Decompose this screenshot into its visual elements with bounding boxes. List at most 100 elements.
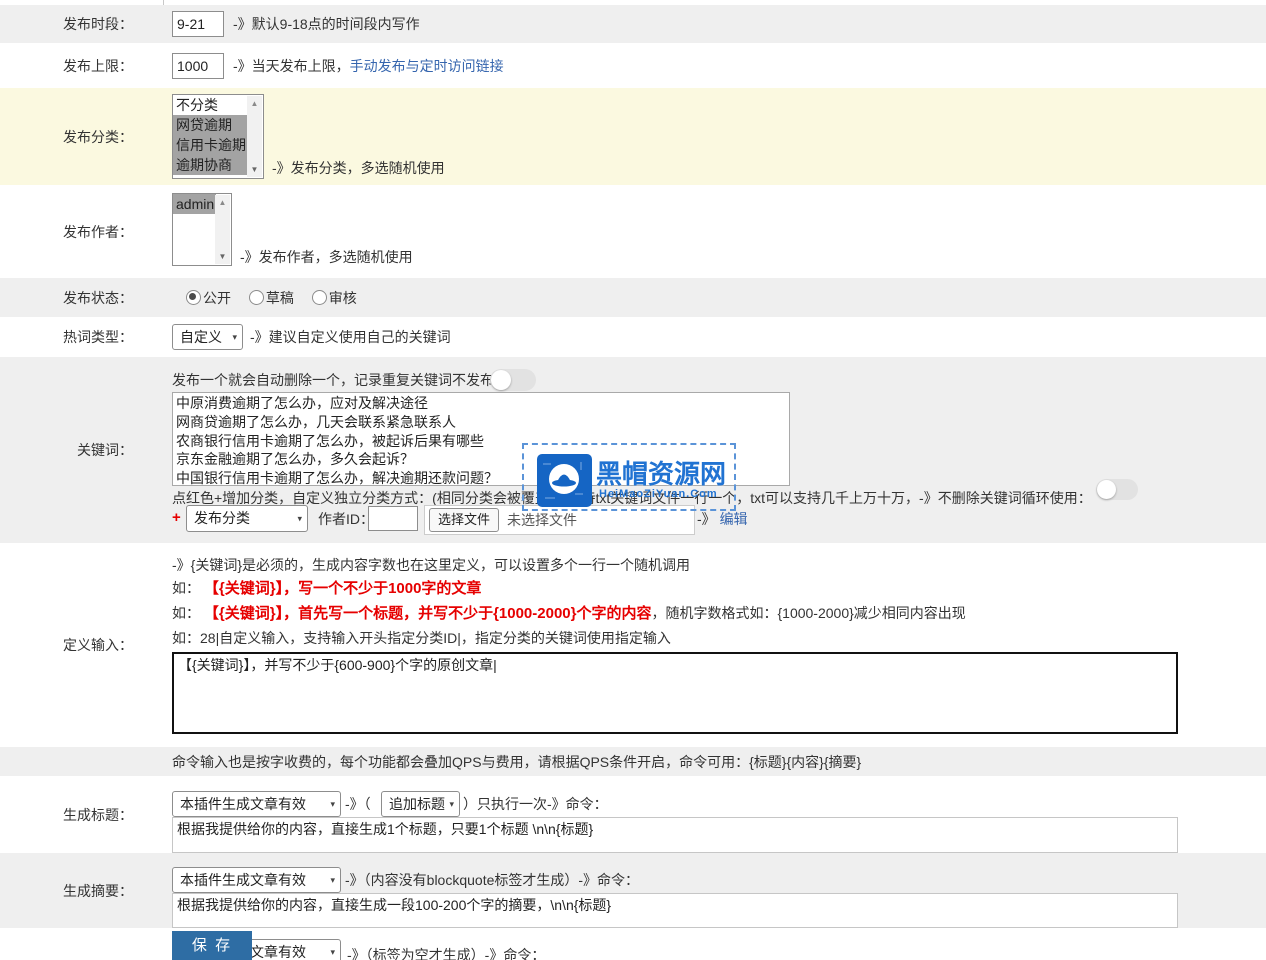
radio-public[interactable]: [186, 290, 201, 305]
example-prefix: 如：: [172, 580, 200, 596]
publish-limit-input[interactable]: [172, 53, 224, 79]
chevron-down-icon: ▾: [232, 325, 237, 349]
publish-limit-label: 发布上限：: [0, 56, 133, 76]
blackhat-logo-icon: [537, 454, 592, 510]
watermark: 黑帽资源网 HeiMaoZiYuan.Com: [522, 443, 736, 511]
keyword-category-select[interactable]: 发布分类 ▾: [186, 505, 308, 532]
publish-status-radios: 公开 草稿 审核: [186, 288, 371, 308]
publish-author-listbox[interactable]: admin ▲ ▼: [172, 193, 232, 266]
edit-link[interactable]: 编辑: [720, 511, 748, 527]
row-publish-limit: 发布上限： -》当天发布上限，手动发布与定时访问链接: [0, 43, 1266, 88]
append-title-select[interactable]: 追加标题 ▾: [381, 791, 460, 817]
radio-draft-label: 草稿: [266, 290, 294, 306]
gen-abstract-mid: -》（内容没有blockquote标签才生成）-》命令：: [345, 870, 639, 890]
save-button[interactable]: 保 存: [172, 931, 252, 960]
radio-review-label: 审核: [329, 290, 357, 306]
define-input-line4: 如：28|自定义输入，支持输入开头指定分类ID|，指定分类的关键词使用指定输入: [172, 628, 671, 648]
scroll-up-icon[interactable]: ▲: [215, 195, 230, 210]
gen-abstract-label: 生成摘要：: [0, 881, 133, 901]
watermark-subtitle: HeiMaoZiYuan.Com: [599, 488, 718, 500]
publish-time-label: 发布时段：: [0, 14, 133, 34]
edit-area: -》 编辑: [697, 509, 748, 529]
gen-abstract-mode-select[interactable]: 本插件生成文章有效 ▾: [172, 867, 341, 893]
radio-draft[interactable]: [249, 290, 264, 305]
chevron-down-icon: ▾: [297, 506, 302, 531]
listbox-scrollbar[interactable]: ▲ ▼: [215, 195, 230, 264]
append-title-value: 追加标题: [389, 796, 445, 812]
manual-publish-link[interactable]: 手动发布与定时访问链接: [350, 58, 504, 74]
auto-delete-text: 发布一个就会自动删除一个，记录重复关键词不发布-》: [172, 370, 513, 390]
publish-category-hint: -》发布分类，多选随机使用: [272, 158, 445, 178]
file-status-text: 未选择文件: [507, 510, 577, 530]
row-publish-status: 发布状态： 公开 草稿 审核: [0, 278, 1266, 317]
publish-limit-hint: -》当天发布上限，手动发布与定时访问链接: [233, 56, 504, 76]
chevron-down-icon: ▾: [330, 792, 335, 816]
command-note-text: 命令输入也是按字收费的，每个功能都会叠加QPS与费用，请根据QPS条件开启，命令…: [172, 752, 861, 772]
choose-file-button[interactable]: 选择文件: [429, 508, 499, 532]
define-input-line3: 如： 【{关键词}】，首先写一个标题，并写不少于{1000-2000}个字的内容…: [172, 603, 966, 624]
radio-review[interactable]: [312, 290, 327, 305]
row-publish-time: 发布时段： -》默认9-18点的时间段内写作: [0, 5, 1266, 43]
gen-title-command-box[interactable]: 根据我提供给你的内容，直接生成1个标题，只要1个标题 \n\n{标题}: [172, 817, 1178, 853]
auto-delete-toggle[interactable]: [490, 369, 536, 391]
listbox-option[interactable]: 不分类: [173, 95, 248, 115]
keyword-category-value: 发布分类: [194, 510, 250, 526]
hotword-type-value: 自定义: [180, 329, 222, 345]
chevron-down-icon: ▾: [449, 792, 454, 816]
publish-author-label: 发布作者：: [0, 222, 133, 242]
hotword-type-label: 热词类型：: [0, 327, 133, 347]
publish-category-label: 发布分类：: [0, 127, 133, 147]
gen-title-mid1: -》（: [345, 794, 371, 814]
listbox-option-selected[interactable]: 信用卡逾期: [173, 135, 248, 155]
keywords-label: 关键词：: [0, 440, 133, 460]
chevron-down-icon: ▾: [330, 940, 335, 960]
publish-time-input[interactable]: [172, 11, 224, 37]
gen-title-mode-select[interactable]: 本插件生成文章有效 ▾: [172, 791, 341, 817]
watermark-title: 黑帽资源网: [596, 454, 726, 491]
example-red-text: 【{关键词}】，首先写一个标题，并写不少于{1000-2000}个字的内容: [204, 605, 652, 622]
add-category-plus[interactable]: +: [172, 508, 181, 528]
hotword-type-hint: -》建议自定义使用自己的关键词: [250, 327, 451, 347]
toggle-knob: [491, 370, 511, 390]
author-id-input[interactable]: [368, 506, 418, 531]
row-command-note: 命令输入也是按字收费的，每个功能都会叠加QPS与费用，请根据QPS条件开启，命令…: [0, 747, 1266, 776]
hotword-type-select[interactable]: 自定义 ▾: [172, 324, 243, 350]
row-publish-category: 发布分类： 不分类 网贷逾期 信用卡逾期 逾期协商 ▲ ▼ -》发布分类，多选随…: [0, 88, 1266, 185]
radio-public-label: 公开: [203, 290, 231, 306]
scroll-down-icon[interactable]: ▼: [247, 162, 262, 177]
publish-category-listbox[interactable]: 不分类 网贷逾期 信用卡逾期 逾期协商 ▲ ▼: [172, 94, 264, 179]
define-input-line1: -》{关键词}是必须的，生成内容字数也在这里定义，可以设置多个一行一个随机调用: [172, 555, 690, 575]
define-input-textarea[interactable]: 【{关键词}】，并写不少于{600-900}个字的原创文章|: [172, 652, 1178, 734]
listbox-option-selected[interactable]: admin: [173, 194, 216, 214]
example-rest-text: ，随机字数格式如：{1000-2000}减少相同内容出现: [651, 605, 965, 621]
gen-title-label: 生成标题：: [0, 805, 133, 825]
gen-title-mode-value: 本插件生成文章有效: [180, 796, 306, 812]
listbox-option-selected[interactable]: 网贷逾期: [173, 115, 248, 135]
example-prefix: 如：: [172, 605, 200, 621]
gen-title-mid2: ）只执行一次-》命令：: [463, 794, 608, 814]
scroll-up-icon[interactable]: ▲: [247, 96, 262, 111]
chevron-down-icon: ▾: [330, 868, 335, 892]
keyword-loop-toggle[interactable]: [1096, 479, 1138, 500]
listbox-scrollbar[interactable]: ▲ ▼: [247, 96, 262, 177]
row-gen-abstract: 生成摘要： 本插件生成文章有效 ▾ -》（内容没有blockquote标签才生成…: [0, 853, 1266, 928]
plugin-settings-page: 发布时段： -》默认9-18点的时间段内写作 发布上限： -》当天发布上限，手动…: [0, 0, 1266, 960]
listbox-option-selected[interactable]: 逾期协商: [173, 155, 248, 175]
define-input-line2: 如： 【{关键词}】，写一个不少于1000字的文章: [172, 578, 481, 599]
publish-author-hint: -》发布作者，多选随机使用: [240, 247, 413, 267]
define-input-label: 定义输入：: [0, 635, 133, 655]
gen-abstract-mode-value: 本插件生成文章有效: [180, 872, 306, 888]
toggle-knob: [1097, 480, 1116, 499]
gen-tag-mid: -》（标签为空才生成）-》命令：: [347, 945, 545, 960]
gen-abstract-command-box[interactable]: 根据我提供给你的内容，直接生成一段100-200个字的摘要，\n\n{标题}: [172, 893, 1178, 928]
row-define-input: 定义输入： -》{关键词}是必须的，生成内容字数也在这里定义，可以设置多个一行一…: [0, 543, 1266, 747]
publish-limit-hint-text: -》当天发布上限，: [233, 58, 350, 74]
row-hotword-type: 热词类型： 自定义 ▾ -》建议自定义使用自己的关键词: [0, 317, 1266, 357]
edit-arrow: -》: [697, 511, 716, 527]
example-red-text: 【{关键词}】，写一个不少于1000字的文章: [204, 580, 482, 597]
author-id-label: 作者ID：: [318, 509, 374, 529]
row-bottom-partial: 本插件生成文章有效 ▾ 保 存 -》（标签为空才生成）-》命令：: [0, 928, 1266, 960]
publish-status-label: 发布状态：: [0, 288, 133, 308]
row-publish-author: 发布作者： admin ▲ ▼ -》发布作者，多选随机使用: [0, 185, 1266, 278]
scroll-down-icon[interactable]: ▼: [215, 249, 230, 264]
